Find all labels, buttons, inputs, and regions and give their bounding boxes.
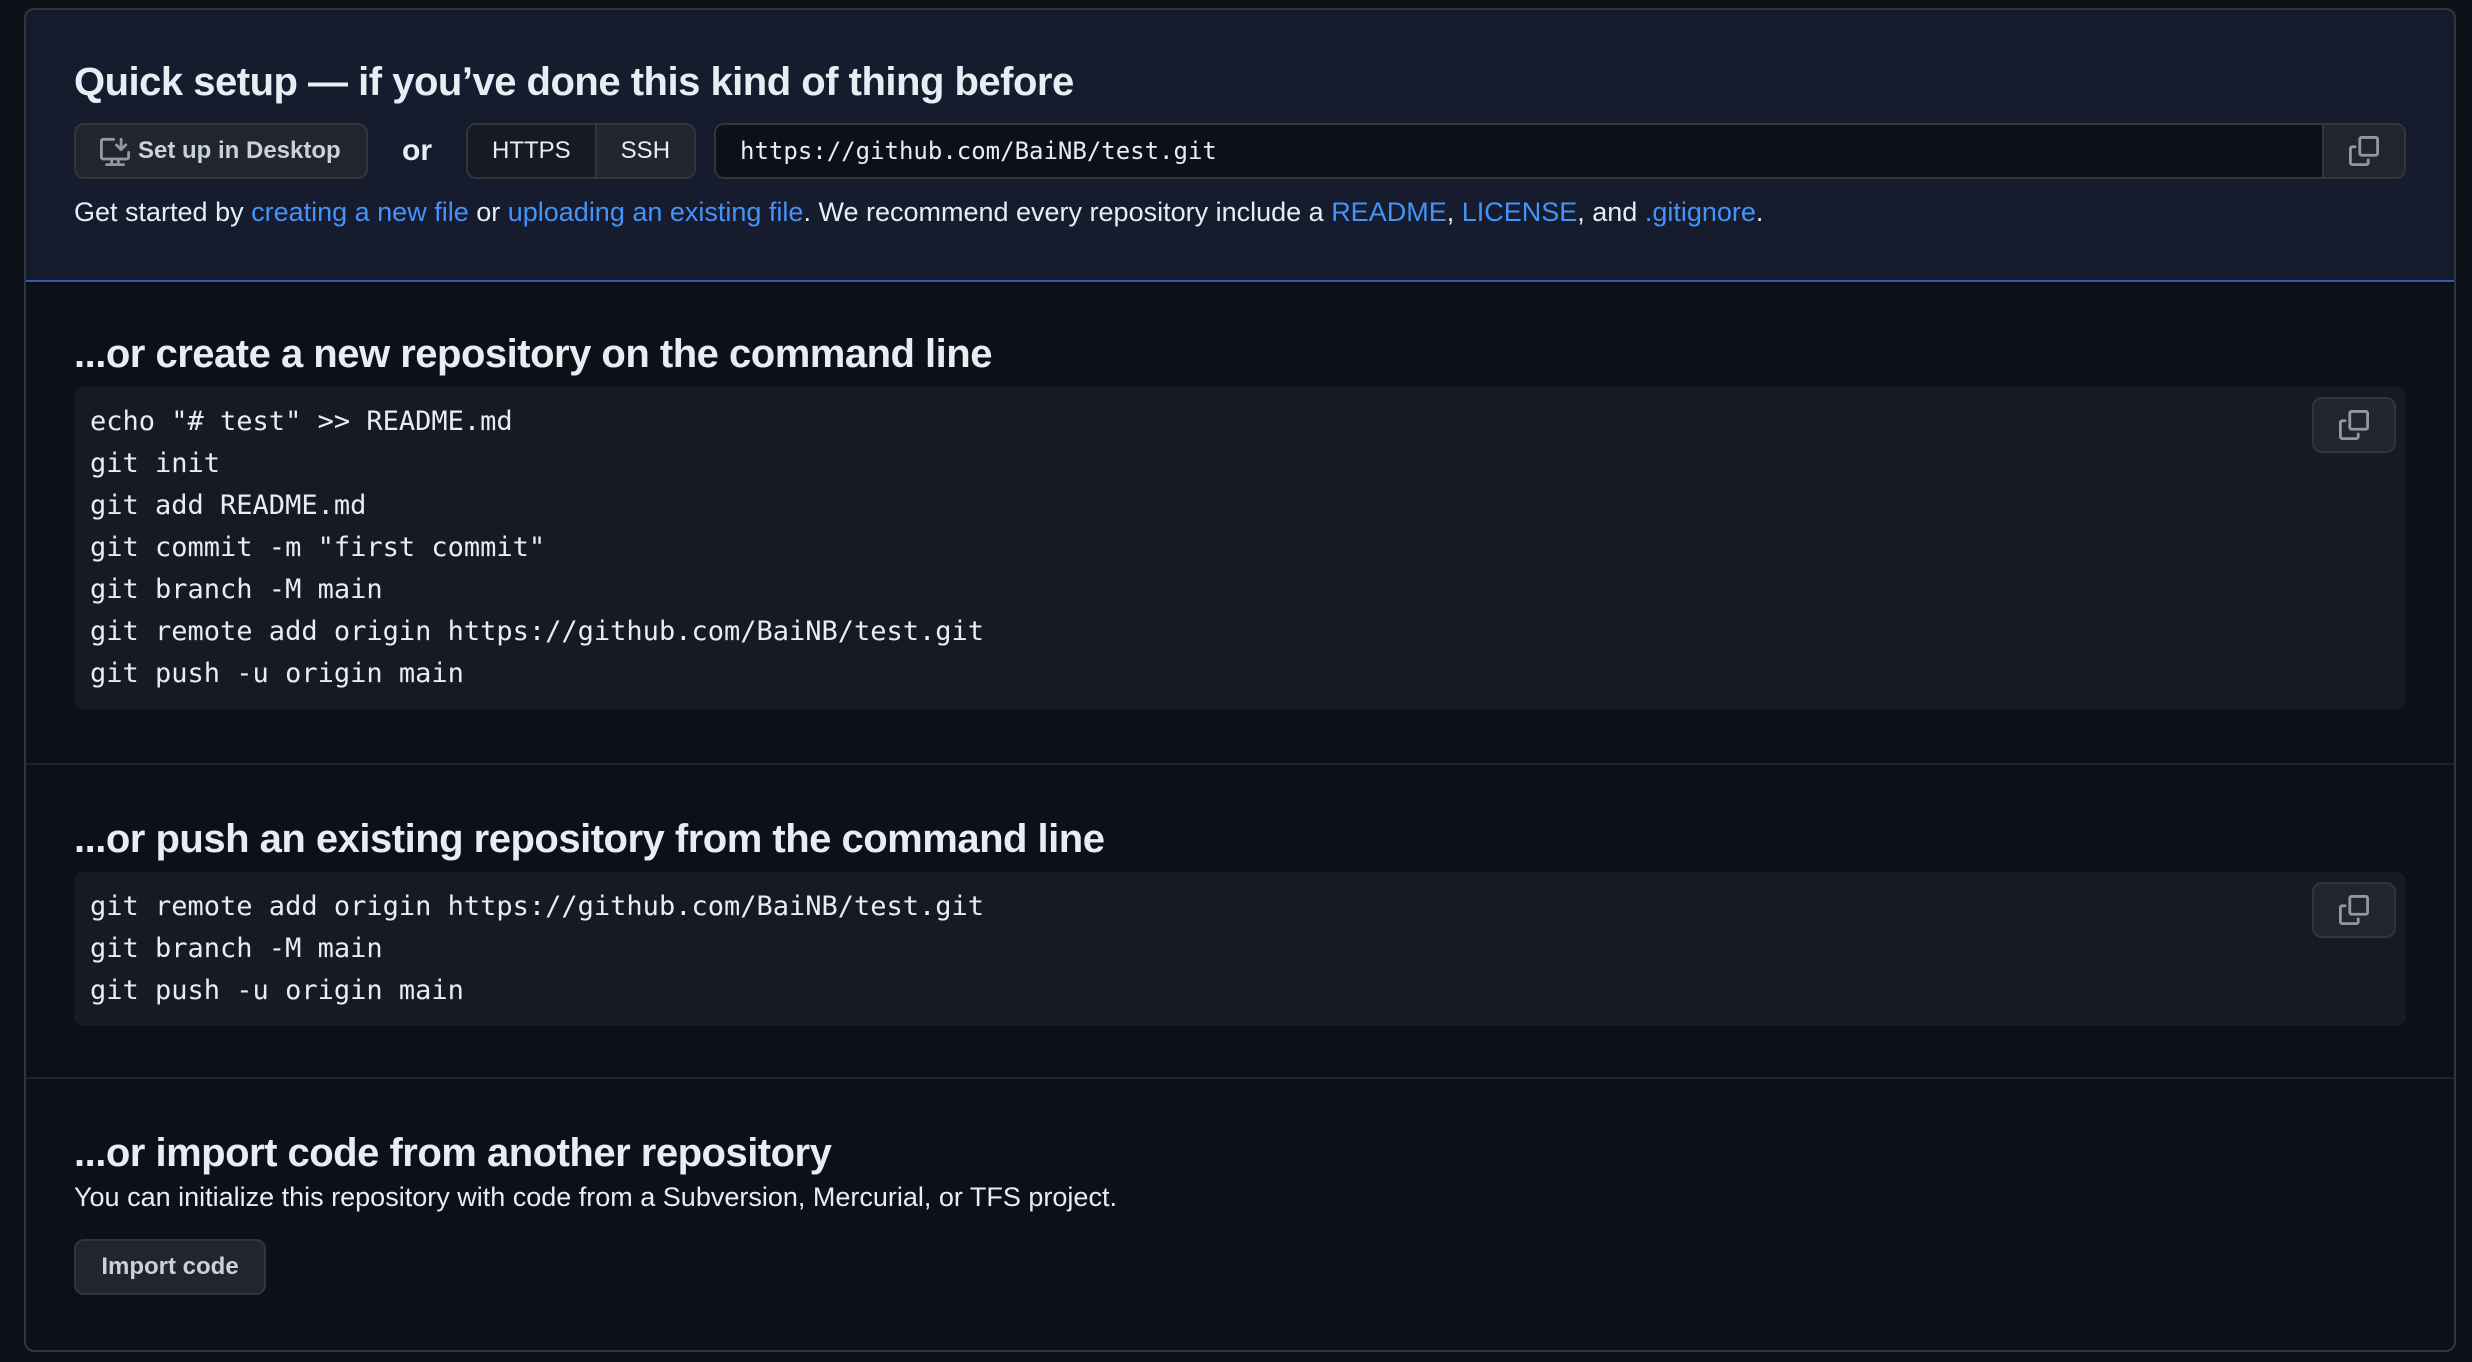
hint-text: , and — [1577, 197, 1645, 227]
copy-icon — [2349, 136, 2379, 166]
protocol-ssh-button[interactable]: SSH — [594, 125, 695, 177]
setup-desktop-button[interactable]: Set up in Desktop — [74, 123, 368, 179]
quick-setup-box: Quick setup — if you’ve done this kind o… — [26, 10, 2454, 282]
repo-setup-panel: Quick setup — if you’ve done this kind o… — [24, 8, 2456, 1352]
quick-setup-row: Set up in Desktop or HTTPS SSH — [74, 123, 2406, 179]
create-new-code-block: echo "# test" >> README.md git init git … — [74, 387, 2406, 709]
code-line: git remote add origin https://github.com… — [90, 616, 985, 647]
clone-url-copy-button[interactable] — [2322, 125, 2404, 177]
code-line: git remote add origin https://github.com… — [90, 891, 985, 922]
code-line: git add README.md — [90, 490, 367, 521]
code-line: git push -u origin main — [90, 975, 464, 1006]
readme-link[interactable]: README — [1331, 197, 1447, 227]
hint-text: Get started by — [74, 197, 252, 227]
quick-setup-hint: Get started by creating a new file or up… — [74, 197, 2406, 228]
push-existing-section: ...or push an existing repository from t… — [26, 763, 2454, 1077]
upload-file-link[interactable]: uploading an existing file — [508, 197, 804, 227]
create-new-copy-button[interactable] — [2312, 397, 2396, 453]
push-existing-copy-button[interactable] — [2312, 882, 2396, 938]
clone-url-box — [714, 123, 2406, 179]
import-code-section: ...or import code from another repositor… — [26, 1077, 2454, 1295]
import-code-description: You can initialize this repository with … — [74, 1182, 1117, 1212]
create-new-section: ...or create a new repository on the com… — [26, 280, 2454, 763]
code-line: git commit -m "first commit" — [90, 532, 546, 563]
push-existing-title: ...or push an existing repository from t… — [74, 817, 1105, 861]
copy-icon — [2339, 410, 2369, 440]
create-new-title: ...or create a new repository on the com… — [74, 332, 992, 376]
code-line: git branch -M main — [90, 574, 383, 605]
hint-text: or — [468, 197, 508, 227]
license-link[interactable]: LICENSE — [1462, 197, 1578, 227]
copy-icon — [2339, 895, 2369, 925]
hint-text: . We recommend every repository include … — [803, 197, 1332, 227]
code-line: git init — [90, 448, 221, 479]
setup-desktop-label: Set up in Desktop — [138, 137, 341, 164]
hint-text: . — [1755, 197, 1764, 227]
gitignore-link[interactable]: .gitignore — [1645, 197, 1756, 227]
create-new-file-link[interactable]: creating a new file — [251, 197, 469, 227]
code-line: git branch -M main — [90, 933, 383, 964]
hint-text: , — [1446, 197, 1462, 227]
code-line: echo "# test" >> README.md — [90, 406, 513, 437]
quick-setup-title: Quick setup — if you’ve done this kind o… — [74, 60, 1074, 104]
clone-url-input[interactable] — [716, 125, 2322, 177]
import-code-button[interactable]: Import code — [74, 1239, 266, 1295]
push-existing-code-block: git remote add origin https://github.com… — [74, 872, 2406, 1026]
code-line: git push -u origin main — [90, 658, 464, 689]
protocol-https-button[interactable]: HTTPS — [468, 125, 595, 177]
desktop-download-icon — [100, 136, 130, 166]
protocol-toggle: HTTPS SSH — [466, 123, 697, 179]
or-separator: or — [402, 134, 432, 167]
import-code-title: ...or import code from another repositor… — [74, 1131, 832, 1175]
